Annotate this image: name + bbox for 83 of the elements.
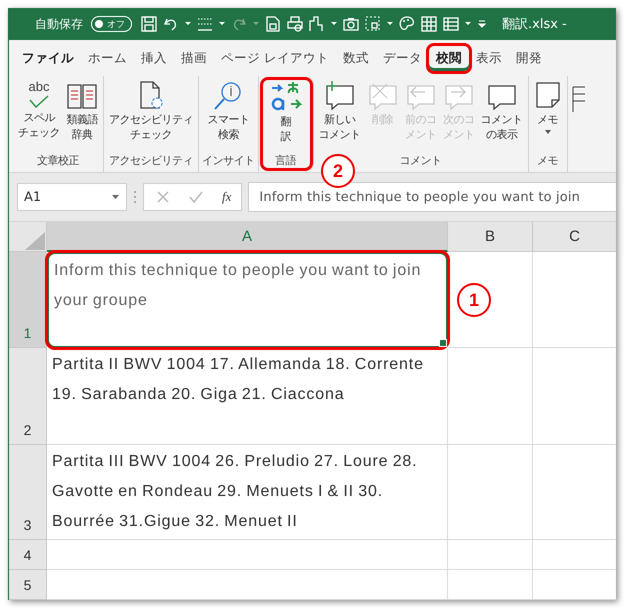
- group-label: インサイト: [202, 153, 254, 169]
- selection-icon[interactable]: [364, 15, 382, 33]
- ribbon-button[interactable]: abc スペル チェック: [16, 80, 62, 153]
- ribbon-button[interactable]: メモ: [532, 80, 564, 153]
- ribbon-tab[interactable]: 数式: [336, 46, 376, 70]
- ribbon-button[interactable]: アクセシビリティ チェック: [107, 80, 195, 153]
- button-label: 類義語: [66, 112, 98, 127]
- row-header[interactable]: 2: [9, 348, 47, 445]
- button-label: 次のコ: [442, 112, 474, 127]
- button-label: の表示: [486, 127, 518, 142]
- ribbon-button[interactable]: 新しい コメント: [316, 80, 362, 153]
- group-label: 文章校正: [37, 153, 79, 169]
- ribbon-tab[interactable]: 描画: [174, 46, 214, 70]
- ribbon-tab[interactable]: 挿入: [134, 46, 174, 70]
- button-label: メント: [442, 127, 474, 142]
- ribbon-tab[interactable]: 開発: [508, 46, 549, 70]
- button-label: アクセシビリティ: [109, 112, 193, 127]
- cell[interactable]: Partita II BWV 1004 17. Allemanda 18. Corrente 19. Sarabanda 20. Giga 21. Ciaccona: [47, 348, 448, 445]
- button-label: 検索: [218, 127, 239, 142]
- autosave-label: 自動保存: [35, 16, 83, 32]
- button-label: 削除: [372, 112, 393, 127]
- button-label: 前のコ: [404, 112, 436, 127]
- check-icon[interactable]: [188, 190, 204, 204]
- printer-icon[interactable]: [286, 15, 304, 33]
- file-tab[interactable]: ファイル: [15, 46, 81, 70]
- row-header[interactable]: 3: [9, 445, 47, 540]
- row-header[interactable]: 1: [9, 252, 47, 348]
- column-header[interactable]: C: [533, 222, 616, 252]
- button-label: 新しい: [324, 112, 356, 127]
- button-label: 翻: [280, 114, 291, 129]
- column-header[interactable]: B: [448, 222, 533, 252]
- ribbon-button[interactable]: スマート 検索: [205, 80, 252, 153]
- check-icon: [27, 94, 51, 110]
- group-label: アクセシビリティ: [109, 153, 193, 169]
- button-label: コメント: [318, 127, 360, 142]
- button-label: メント: [404, 127, 436, 142]
- button-label: 辞典: [72, 127, 92, 142]
- row-header[interactable]: 5: [9, 570, 47, 600]
- ribbon-tab[interactable]: データ: [376, 46, 429, 70]
- table-icon[interactable]: [420, 15, 438, 33]
- cell[interactable]: [448, 540, 533, 570]
- cell[interactable]: Inform this technique to people you want to join your groupe: [47, 252, 448, 348]
- callout-number: 1: [457, 283, 491, 317]
- file-name: 翻訳.xlsx -: [502, 16, 567, 33]
- cell[interactable]: [448, 445, 533, 540]
- camera-icon[interactable]: [342, 15, 360, 33]
- cell[interactable]: [448, 570, 533, 600]
- button-label: スペル: [23, 110, 55, 125]
- button-label: 訳: [280, 129, 291, 144]
- group-label: メモ: [537, 153, 558, 169]
- ribbon-tab[interactable]: 校閲: [428, 46, 469, 70]
- ribbon-tab[interactable]: 表示: [468, 46, 509, 70]
- formula-field[interactable]: Inform this technique to people you want to join: [248, 182, 616, 212]
- drag-handle-icon[interactable]: [133, 190, 137, 204]
- button-label: チェック: [130, 127, 172, 142]
- button-label: チェック: [18, 125, 60, 140]
- autosave-toggle[interactable]: オフ: [91, 16, 132, 32]
- button-label: メモ: [537, 112, 558, 127]
- new-comment-icon: [324, 80, 356, 112]
- cell[interactable]: Partita III BWV 1004 26. Preludio 27. Loure 28. Gavotte en Rondeau 29. Menuets I & II 30. Bourrée 31.Gigue 32. Menuet II: [47, 445, 448, 540]
- button-label: スマート: [207, 112, 250, 127]
- palette-icon[interactable]: [398, 15, 416, 33]
- ribbon-tab[interactable]: ホーム: [81, 46, 134, 70]
- name-box[interactable]: A1: [17, 183, 127, 211]
- fill-handle[interactable]: [439, 339, 447, 347]
- column-header[interactable]: A: [47, 222, 448, 252]
- insert-function-button[interactable]: fx: [222, 189, 232, 205]
- ribbon-button[interactable]: 類義語 辞典: [64, 80, 100, 153]
- caret-icon[interactable]: [544, 129, 552, 135]
- document-icon[interactable]: [264, 15, 282, 33]
- table-icon[interactable]: [442, 15, 460, 33]
- ribbon-button[interactable]: コメント の表示: [478, 80, 524, 153]
- button-label: コメント: [480, 112, 522, 127]
- cell[interactable]: [47, 570, 448, 600]
- cell[interactable]: [448, 348, 533, 445]
- icon-label: abc: [28, 80, 50, 94]
- ribbon-button[interactable]: 翻 訳: [266, 80, 304, 153]
- save-icon[interactable]: [140, 15, 158, 33]
- row-header[interactable]: 4: [9, 540, 47, 570]
- group-label: 言語: [275, 153, 296, 169]
- ribbon-tab[interactable]: ページ レイアウト: [214, 46, 336, 70]
- group-label: コメント: [400, 153, 442, 169]
- cell[interactable]: [47, 540, 448, 570]
